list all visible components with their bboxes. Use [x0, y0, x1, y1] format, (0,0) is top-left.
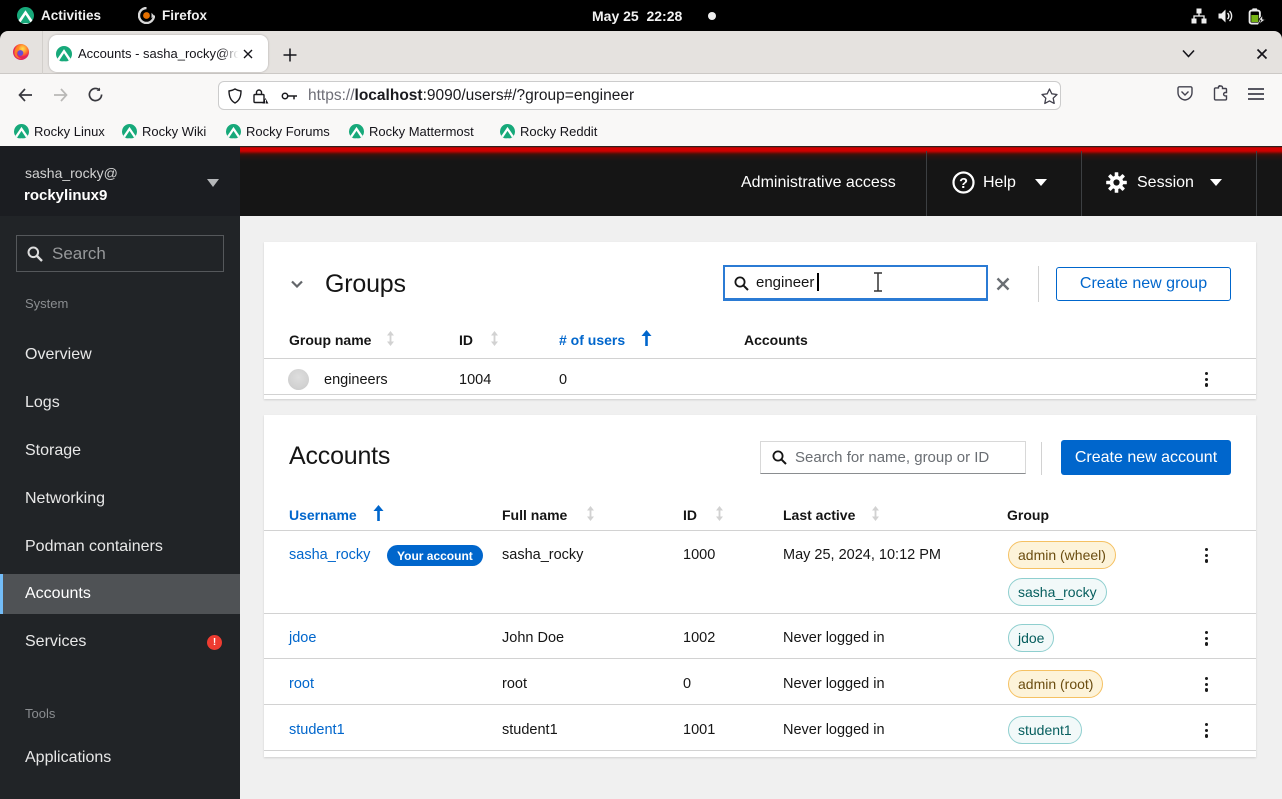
svg-text:?: ?: [959, 176, 968, 192]
